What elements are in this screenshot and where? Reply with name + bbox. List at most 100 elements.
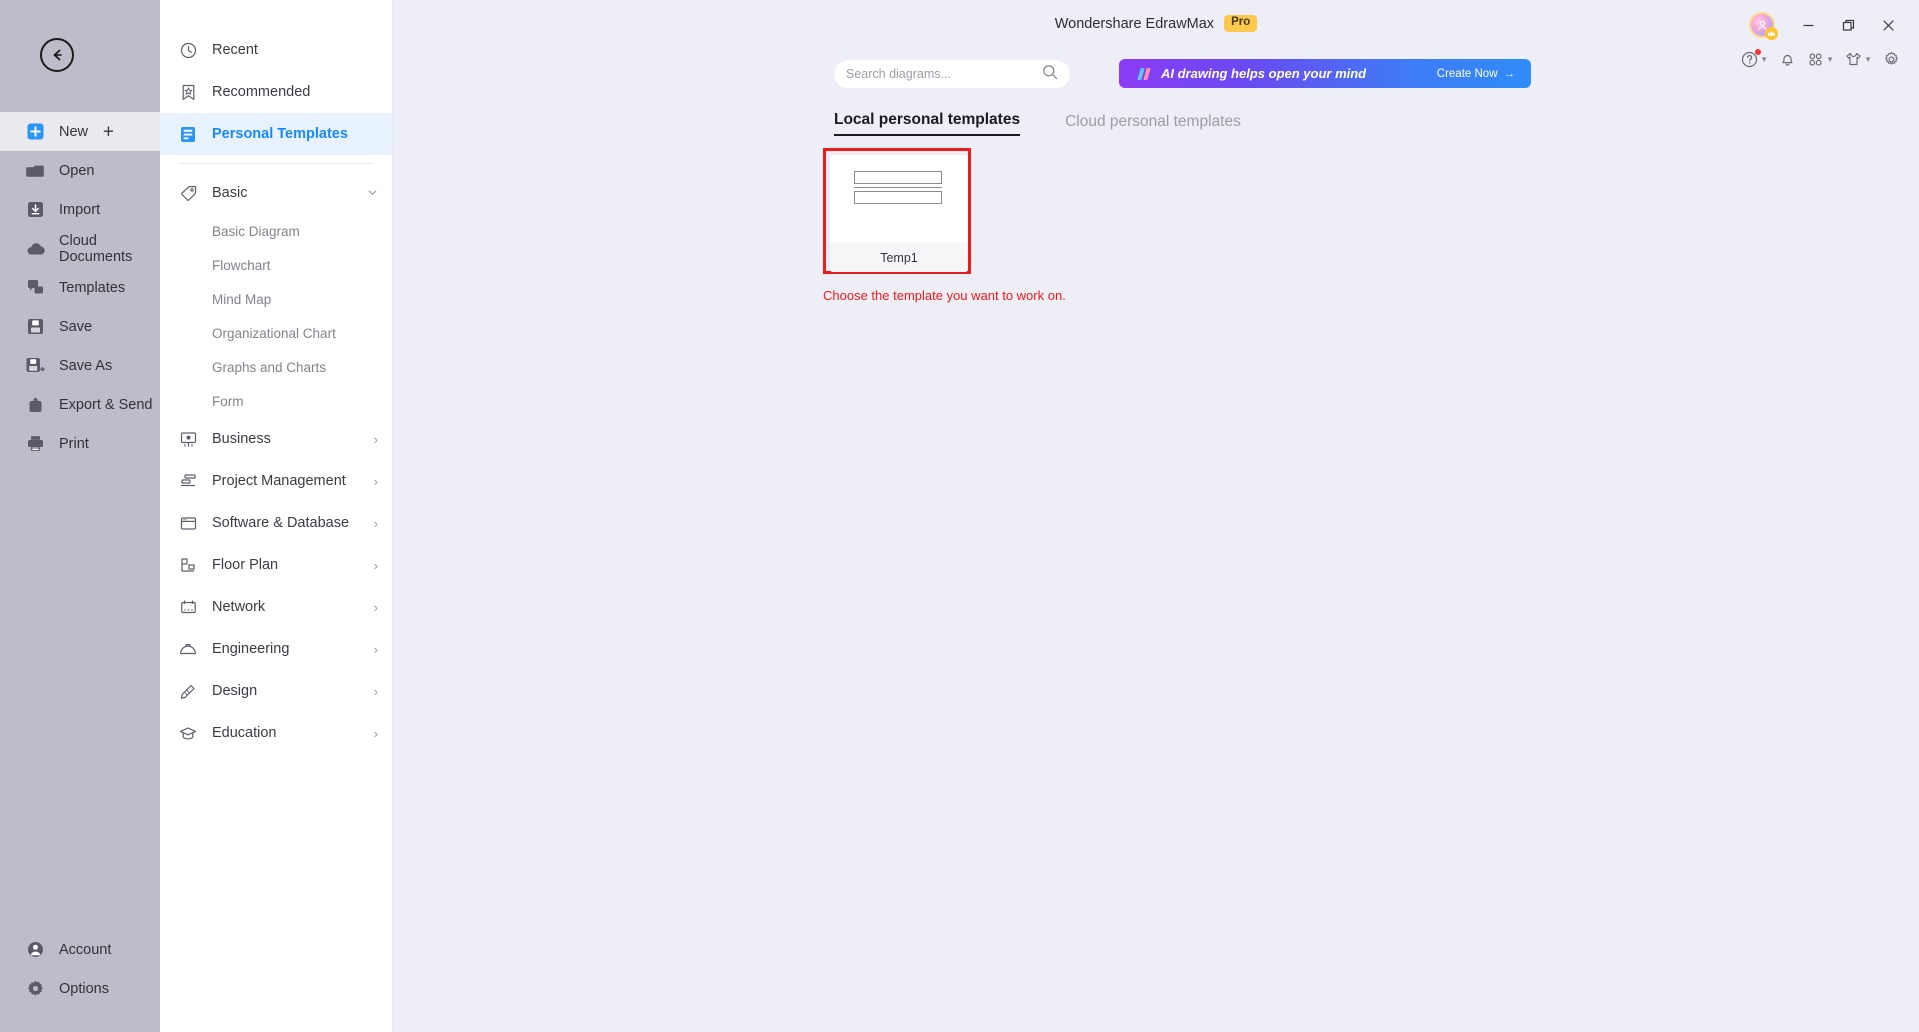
category-divider	[178, 163, 374, 164]
create-now-button[interactable]: Create Now →	[1437, 68, 1515, 80]
thumbnail-shape-line	[854, 187, 942, 188]
new-add-icon[interactable]: +	[103, 122, 114, 141]
category-label: Floor Plan	[212, 557, 279, 573]
tab-cloud-personal-templates[interactable]: Cloud personal templates	[1065, 113, 1241, 136]
category-label: Network	[212, 599, 266, 615]
ai-banner[interactable]: AI drawing helps open your mind Create N…	[1119, 59, 1531, 88]
category-group-education[interactable]: Education ›	[160, 712, 392, 754]
category-group-software-database[interactable]: Software & Database ›	[160, 502, 392, 544]
category-sub-graphs-and-charts[interactable]: Graphs and Charts	[160, 350, 392, 384]
chevron-right-icon: ›	[373, 473, 378, 489]
ai-slashes-icon	[1137, 67, 1151, 80]
rail-item-label: Templates	[59, 279, 126, 296]
window-controls	[1749, 12, 1901, 40]
rail-item-account[interactable]: Account	[0, 930, 160, 969]
rail-item-save[interactable]: Save	[0, 307, 160, 346]
window-icon	[178, 513, 198, 533]
pro-badge: Pro	[1224, 15, 1258, 32]
category-sub-form[interactable]: Form	[160, 384, 392, 418]
category-personal-templates[interactable]: Personal Templates	[160, 113, 392, 155]
search-box[interactable]	[834, 60, 1070, 88]
back-arrow-icon	[48, 46, 66, 64]
title-bar: Wondershare EdrawMax Pro	[393, 0, 1919, 47]
chevron-down-icon: ▼	[1826, 55, 1835, 64]
restore-button[interactable]	[1835, 12, 1861, 38]
rail-item-label: Account	[59, 941, 112, 958]
avatar[interactable]	[1749, 12, 1778, 40]
category-label: Engineering	[212, 641, 290, 657]
rail-item-label: Export & Send	[59, 396, 153, 413]
category-group-engineering[interactable]: Engineering ›	[160, 628, 392, 670]
category-sub-label: Graphs and Charts	[212, 359, 327, 375]
arrow-right-icon: →	[1503, 67, 1516, 80]
category-panel: Recent Recommended Personal Templates Ba…	[160, 0, 393, 1032]
app-title: Wondershare EdrawMax	[1054, 15, 1215, 32]
hint-text: Choose the template you want to work on.	[823, 288, 1066, 303]
category-sub-organizational-chart[interactable]: Organizational Chart	[160, 316, 392, 350]
category-sub-label: Flowchart	[212, 257, 271, 273]
notification-icon[interactable]	[1776, 48, 1799, 71]
crown-badge-icon	[1765, 27, 1778, 40]
rail-item-print[interactable]: Print	[0, 424, 160, 463]
print-icon	[25, 434, 45, 454]
settings-gear-icon[interactable]	[1880, 48, 1903, 71]
save-as-icon	[25, 356, 45, 376]
category-group-project-management[interactable]: Project Management ›	[160, 460, 392, 502]
rail-item-export-send[interactable]: Export & Send	[0, 385, 160, 424]
category-sub-flowchart[interactable]: Flowchart	[160, 248, 392, 282]
template-card-label: Temp1	[830, 243, 968, 272]
category-label: Design	[212, 683, 258, 699]
rail-item-save-as[interactable]: Save As	[0, 346, 160, 385]
rail-item-import[interactable]: Import	[0, 190, 160, 229]
tab-label: Cloud personal templates	[1065, 113, 1241, 130]
back-button[interactable]	[40, 38, 74, 72]
personal-templates-icon	[178, 124, 198, 144]
chevron-right-icon: ›	[373, 599, 378, 615]
rail-item-open[interactable]: Open	[0, 151, 160, 190]
template-card-temp1[interactable]: Temp1	[830, 155, 968, 272]
search-input[interactable]	[846, 67, 1042, 81]
category-sub-label: Basic Diagram	[212, 223, 300, 239]
category-sub-mind-map[interactable]: Mind Map	[160, 282, 392, 316]
templates-icon	[25, 278, 45, 298]
rail-item-cloud-documents[interactable]: Cloud Documents	[0, 229, 160, 268]
template-selection-highlight: Temp1	[823, 148, 971, 274]
category-group-business[interactable]: Business ›	[160, 418, 392, 460]
export-send-icon	[25, 395, 45, 415]
tab-local-personal-templates[interactable]: Local personal templates	[834, 111, 1021, 136]
category-sub-label: Form	[212, 393, 244, 409]
plus-square-icon	[25, 122, 45, 142]
rail-item-label: Open	[59, 162, 95, 179]
rail-item-templates[interactable]: Templates	[0, 268, 160, 307]
rail-item-options[interactable]: Options	[0, 969, 160, 1008]
chevron-right-icon: ›	[373, 641, 378, 657]
chevron-right-icon: ›	[373, 557, 378, 573]
help-icon[interactable]: ▼	[1738, 48, 1771, 71]
category-group-design[interactable]: Design ›	[160, 670, 392, 712]
search-icon[interactable]	[1042, 64, 1058, 85]
network-icon	[178, 597, 198, 617]
theme-shirt-icon[interactable]: ▼	[1842, 48, 1875, 71]
import-icon	[25, 200, 45, 220]
rail-item-new[interactable]: New +	[0, 112, 160, 151]
close-button[interactable]	[1875, 12, 1901, 38]
thumbnail-shape-bar-1	[854, 171, 942, 184]
utility-icon-bar: ▼ ▼ ▼	[1738, 48, 1903, 71]
category-group-floor-plan[interactable]: Floor Plan ›	[160, 544, 392, 586]
category-sub-basic-diagram[interactable]: Basic Diagram	[160, 214, 392, 248]
apps-grid-icon[interactable]: ▼	[1804, 48, 1837, 71]
bookmark-star-icon	[178, 82, 198, 102]
presentation-icon	[178, 429, 198, 449]
rail-item-label: Cloud Documents	[59, 232, 133, 265]
category-recent[interactable]: Recent	[160, 29, 392, 71]
rail-item-label: Save	[59, 318, 93, 335]
chevron-down-icon	[367, 186, 378, 201]
chevron-down-icon: ▼	[1864, 55, 1872, 64]
category-recommended[interactable]: Recommended	[160, 71, 392, 113]
category-group-basic[interactable]: Basic	[160, 172, 392, 214]
category-sub-label: Mind Map	[212, 291, 272, 307]
category-label: Basic	[212, 185, 248, 201]
rail-item-label: Options	[59, 980, 109, 997]
category-group-network[interactable]: Network ›	[160, 586, 392, 628]
minimize-button[interactable]	[1795, 12, 1821, 38]
